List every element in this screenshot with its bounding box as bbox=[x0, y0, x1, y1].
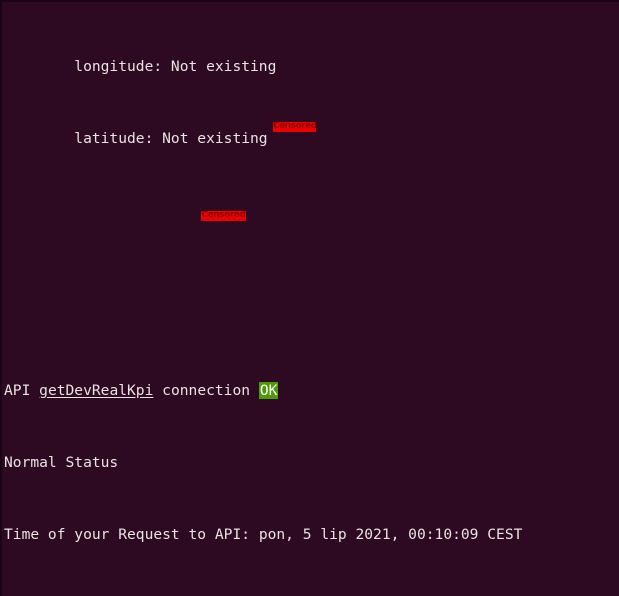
api-suffix-text: connection bbox=[153, 382, 259, 399]
api-prefix-text: API bbox=[4, 382, 40, 399]
terminal-blank-line-1 bbox=[4, 202, 619, 220]
api-status-badge: OK bbox=[258, 382, 279, 399]
terminal-line-normal-status: Normal Status bbox=[4, 454, 619, 472]
latitude-text: latitude: Not existing bbox=[4, 130, 268, 147]
terminal-line-latitude: latitude: Not existing bbox=[4, 130, 619, 148]
censored-overlay-inverter-id: Censored bbox=[201, 211, 246, 221]
terminal-output-pane[interactable]: longitude: Not existing latitude: Not ex… bbox=[0, 0, 619, 596]
normal-status-text: Normal Status bbox=[4, 454, 119, 471]
terminal-line-request-time: Time of your Request to API: pon, 5 lip … bbox=[4, 526, 619, 544]
censored-overlay-request-date: Censored bbox=[273, 122, 316, 132]
terminal-blank-line-3 bbox=[4, 310, 619, 328]
terminal-blank-line-2 bbox=[4, 256, 619, 274]
request-time-value: pon, 5 lip 2021, 00:10:09 CEST bbox=[258, 526, 523, 543]
terminal-line-api-connection: API getDevRealKpi connection OK bbox=[4, 382, 619, 400]
longitude-text: longitude: Not existing bbox=[4, 58, 277, 75]
request-time-prefix: Time of your Request to API: bbox=[4, 526, 259, 543]
terminal-line-longitude: longitude: Not existing bbox=[4, 58, 619, 76]
api-endpoint-name: getDevRealKpi bbox=[39, 382, 154, 399]
